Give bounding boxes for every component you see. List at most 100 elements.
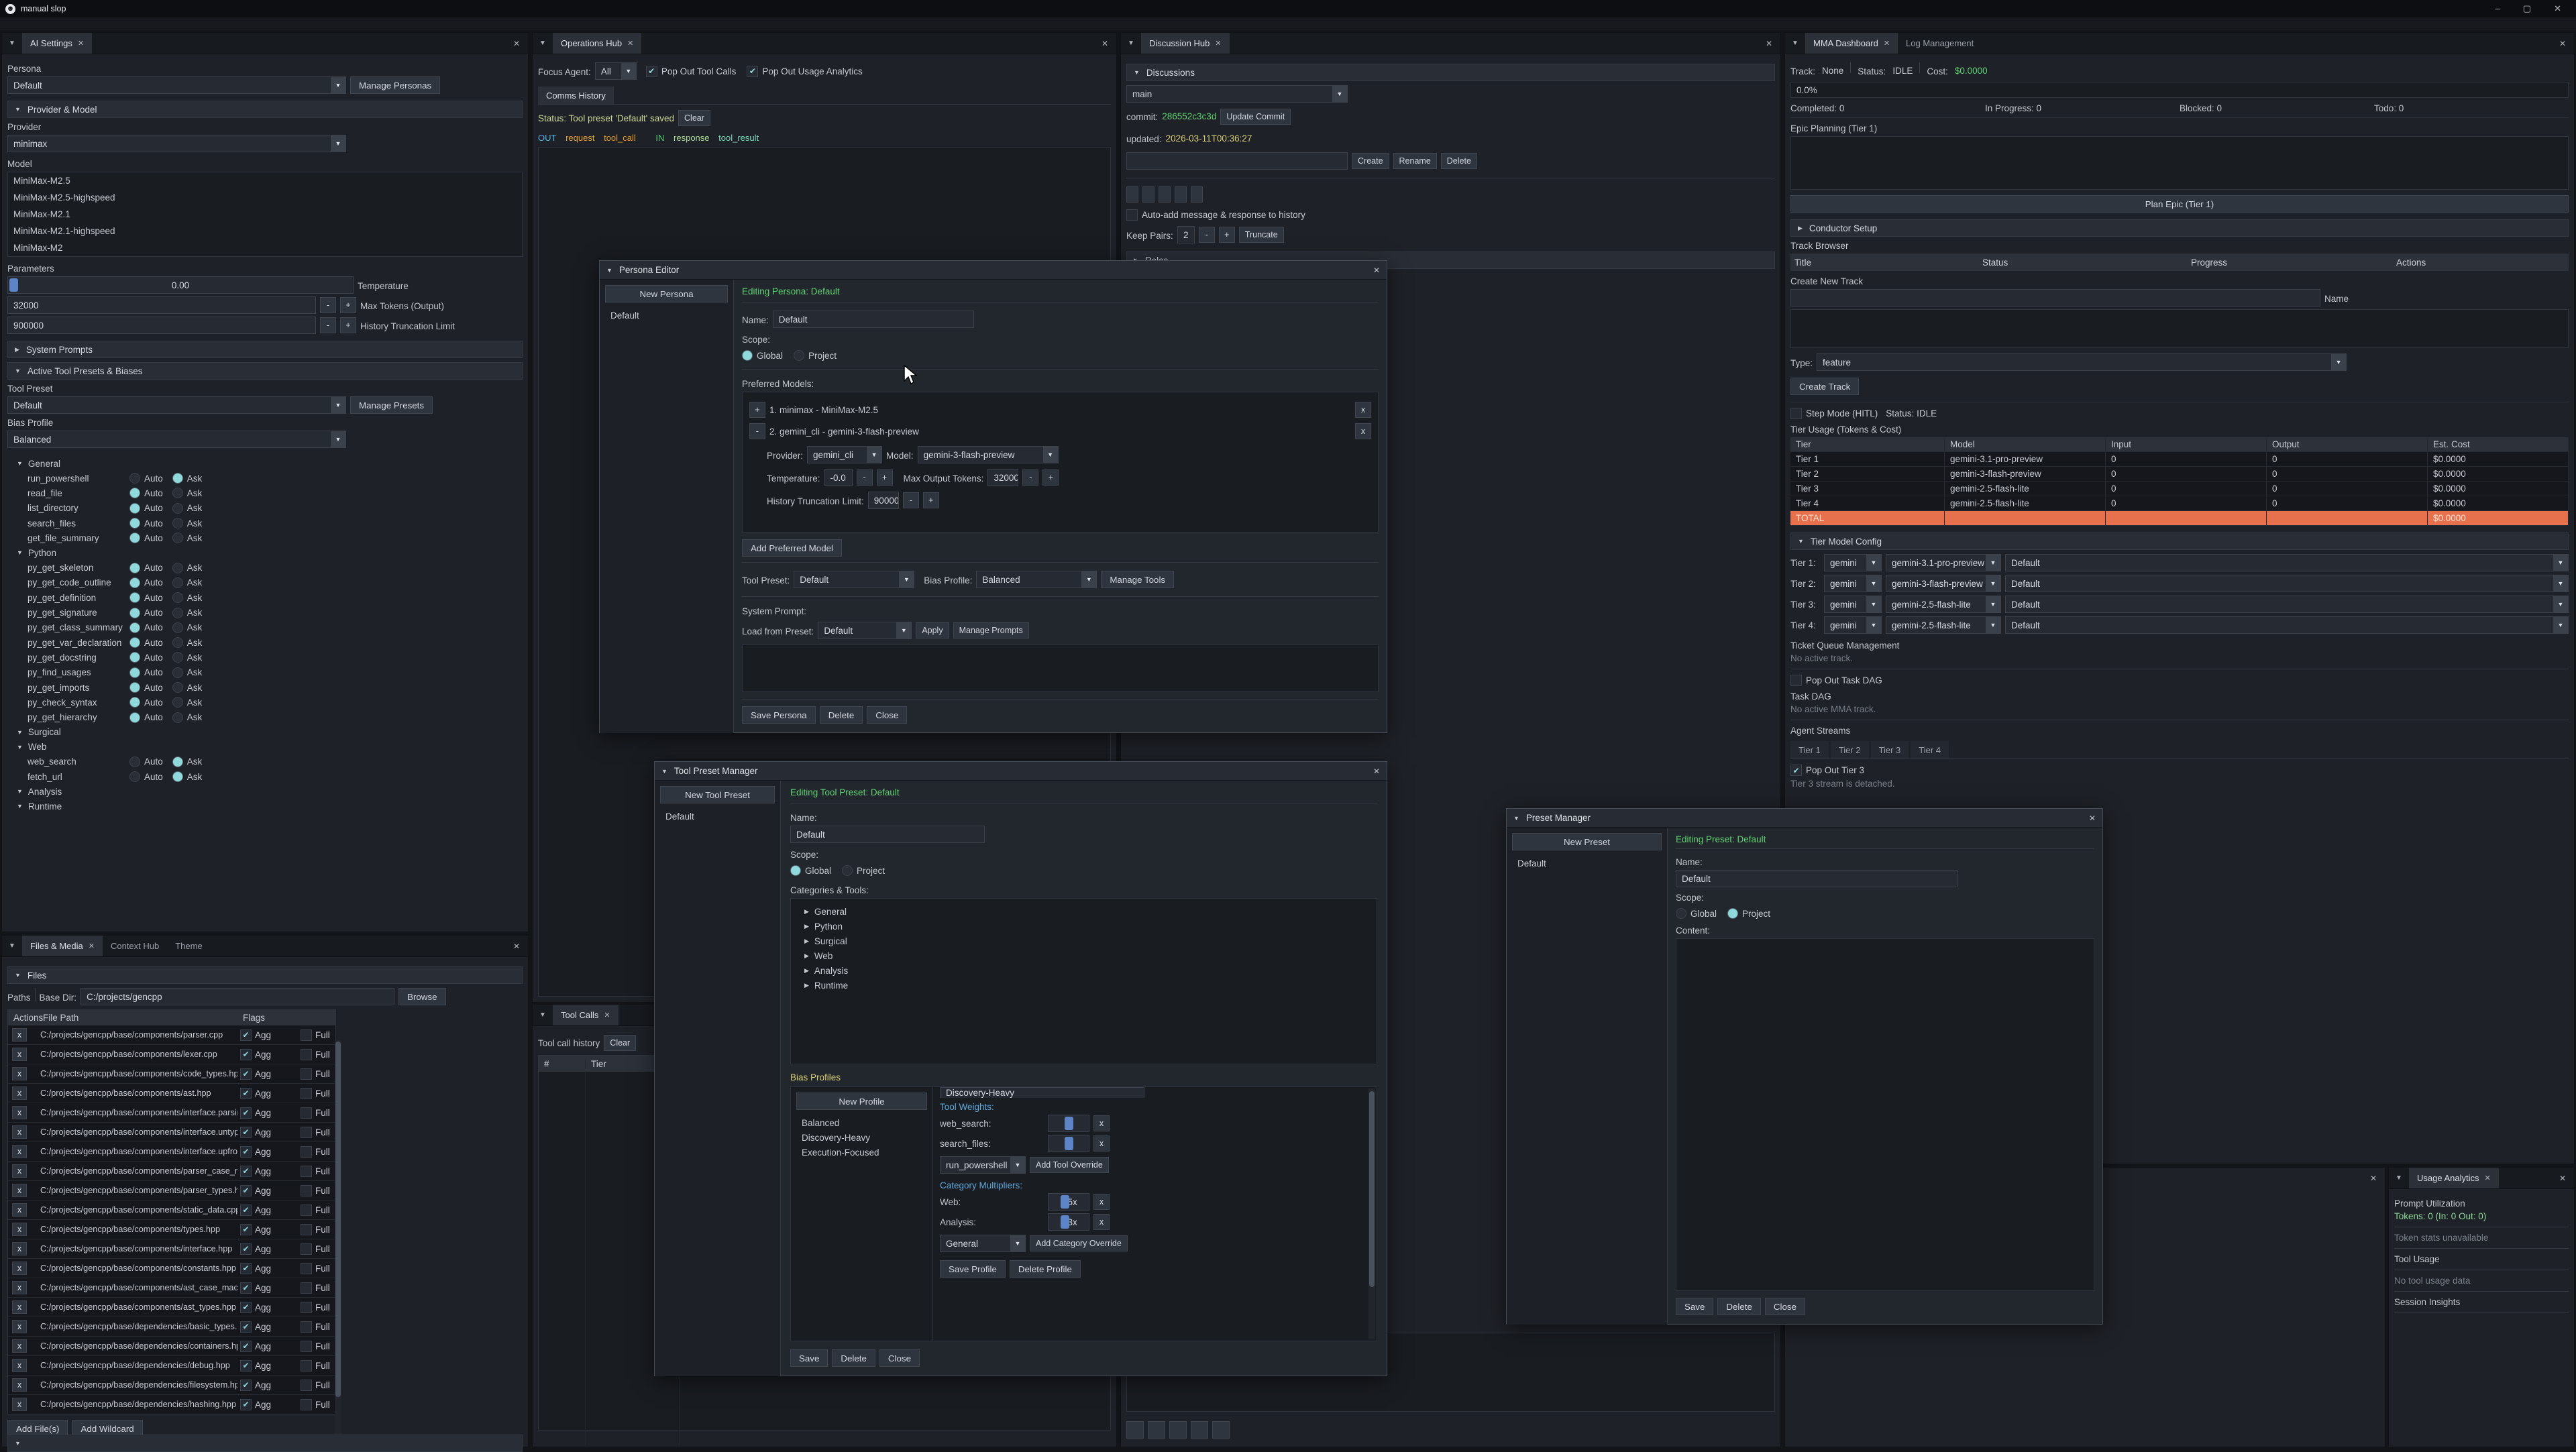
tool-weight-slider[interactable]: 4 [1048, 1115, 1089, 1132]
tier-model-select[interactable]: gemini-2.5-flash-lite▼ [1886, 596, 2001, 613]
full-checkbox[interactable]: ✔ [301, 1185, 312, 1196]
full-checkbox[interactable]: ✔ [301, 1088, 312, 1099]
rename-discussion-button[interactable]: Rename [1393, 153, 1437, 169]
remove-weight-button[interactable]: x [1093, 1135, 1110, 1152]
full-checkbox[interactable]: ✔ [301, 1302, 312, 1313]
full-checkbox[interactable]: ✔ [301, 1049, 312, 1060]
full-checkbox[interactable]: ✔ [301, 1224, 312, 1235]
tool-auto-radio[interactable] [129, 563, 140, 573]
discussions-section-header[interactable]: ▼ Discussions [1126, 64, 1775, 81]
tool-auto-radio[interactable] [129, 697, 140, 708]
pe-max-out-increment[interactable]: + [1042, 469, 1059, 486]
preset-manager-titlebar[interactable]: ▼ Preset Manager ✕ [1507, 809, 2102, 828]
tool-auto-radio[interactable] [129, 667, 140, 678]
pm-name-input[interactable] [1676, 870, 1957, 887]
full-checkbox[interactable]: ✔ [301, 1399, 312, 1410]
agg-checkbox[interactable]: ✔ [240, 1302, 252, 1313]
composer-action-button[interactable] [1212, 1421, 1230, 1439]
entry-action-button[interactable] [1175, 186, 1187, 203]
remove-file-button[interactable]: x [12, 1339, 27, 1353]
persona-editor-titlebar[interactable]: ▼ Persona Editor ✕ [600, 261, 1387, 280]
pe-hist-increment[interactable]: + [923, 492, 939, 508]
agg-checkbox[interactable]: ✔ [240, 1399, 252, 1410]
close-dialog-button[interactable]: Close [879, 1349, 920, 1367]
manage-personas-button[interactable]: Manage Personas [350, 76, 440, 94]
tier-provider-select[interactable]: gemini▼ [1824, 596, 1882, 613]
tab-close-icon[interactable]: ✕ [2485, 1174, 2491, 1182]
active-tool-presets-section-header[interactable]: ▼ Active Tool Presets & Biases [7, 362, 523, 380]
add-preferred-model-button[interactable]: Add Preferred Model [742, 539, 842, 557]
new-preset-button[interactable]: New Preset [1512, 833, 1662, 850]
tool-auto-radio[interactable] [129, 637, 140, 648]
composer-action-button[interactable] [1169, 1421, 1187, 1439]
slider-handle[interactable] [1065, 1117, 1073, 1130]
pe-hist-input[interactable]: 900000 [868, 492, 899, 509]
temperature-slider[interactable]: 0.00 [7, 276, 354, 294]
conductor-setup-section-header[interactable]: ▶ Conductor Setup [1790, 219, 2569, 237]
menu-item[interactable] [40, 18, 56, 31]
tab-usage-analytics[interactable]: Usage Analytics✕ [2409, 1168, 2499, 1188]
new-tool-preset-button[interactable]: New Tool Preset [660, 786, 775, 803]
tool-ask-radio[interactable] [172, 771, 183, 782]
full-checkbox[interactable]: ✔ [301, 1321, 312, 1333]
manage-presets-button[interactable]: Manage Presets [350, 396, 433, 414]
tool-auto-radio[interactable] [129, 771, 140, 782]
window-close-icon[interactable]: ✕ [2554, 3, 2561, 14]
agg-checkbox[interactable]: ✔ [240, 1107, 252, 1119]
remove-file-button[interactable]: x [12, 1378, 27, 1392]
keep-pairs-decrement-button[interactable]: - [1199, 227, 1215, 243]
system-prompt-textarea[interactable] [742, 645, 1379, 692]
slider-handle[interactable] [1061, 1215, 1069, 1229]
add-category-override-button[interactable]: Add Category Override [1030, 1235, 1128, 1251]
tool-override-select[interactable]: run_powershell▼ [940, 1156, 1026, 1174]
tool-ask-radio[interactable] [172, 697, 183, 708]
agg-checkbox[interactable]: ✔ [240, 1263, 252, 1274]
tpm-scope-project-radio[interactable] [842, 865, 853, 876]
tool-ask-radio[interactable] [172, 682, 183, 693]
tier-preset-select[interactable]: Default▼ [2005, 575, 2569, 592]
tool-auto-radio[interactable] [129, 518, 140, 528]
discussion-select[interactable]: main▼ [1126, 85, 1348, 103]
pe-hist-decrement[interactable]: - [903, 492, 919, 508]
clear-tool-calls-button[interactable]: Clear [604, 1035, 636, 1051]
tool-group-header[interactable]: ▼ General [7, 456, 523, 471]
pop-out-tier3-checkbox[interactable]: ✔ [1790, 765, 1802, 776]
tab-operations-hub[interactable]: Operations Hub✕ [553, 33, 641, 54]
save-tool-preset-button[interactable]: Save [790, 1349, 828, 1367]
agg-checkbox[interactable]: ✔ [240, 1380, 252, 1391]
agg-checkbox[interactable]: ✔ [240, 1341, 252, 1352]
tool-preset-list-item[interactable]: Default [660, 809, 775, 824]
tool-auto-radio[interactable] [129, 473, 140, 484]
panel-close-icon[interactable]: ✕ [505, 33, 528, 54]
tool-auto-radio[interactable] [129, 503, 140, 514]
remove-file-button[interactable]: x [12, 1320, 27, 1333]
pe-max-out-input[interactable]: 32000 [987, 469, 1018, 486]
tool-preset-manager-titlebar[interactable]: ▼ Tool Preset Manager ✕ [655, 762, 1387, 781]
panel-close-icon[interactable]: ✕ [505, 936, 528, 956]
composer-action-button[interactable] [1191, 1421, 1208, 1439]
category-item[interactable]: ▶Analysis [795, 963, 1373, 978]
pe-temp-input[interactable]: -0.0 [824, 469, 853, 486]
agg-checkbox[interactable]: ✔ [240, 1224, 252, 1235]
pe-temp-increment[interactable]: + [877, 469, 893, 486]
keep-pairs-value[interactable]: 2 [1177, 226, 1195, 243]
pop-out-task-dag-checkbox[interactable]: ✔ [1790, 675, 1802, 686]
tool-ask-radio[interactable] [172, 473, 183, 484]
full-checkbox[interactable]: ✔ [301, 1068, 312, 1080]
stream-tier-tab[interactable]: Tier 1 [1790, 741, 1829, 759]
track-description-textarea[interactable] [1790, 309, 2569, 348]
track-name-input[interactable] [1790, 289, 2320, 306]
pe-provider-select[interactable]: gemini_cli▼ [807, 446, 882, 463]
entry-action-button[interactable] [1159, 186, 1171, 203]
model-list-item[interactable]: MiniMax-M2.5-highspeed [8, 189, 522, 206]
pm-content-textarea[interactable] [1676, 938, 2094, 1291]
tier-preset-select[interactable]: Default▼ [2005, 554, 2569, 571]
tool-auto-radio[interactable] [129, 682, 140, 693]
remove-weight-button[interactable]: x [1093, 1115, 1110, 1131]
category-item[interactable]: ▶Python [795, 919, 1373, 934]
remove-multiplier-button[interactable]: x [1093, 1194, 1110, 1210]
dialog-close-icon[interactable]: ✕ [1373, 767, 1380, 776]
remove-file-button[interactable]: x [12, 1145, 27, 1158]
panel-close-icon[interactable]: ✕ [2551, 1168, 2574, 1188]
close-dialog-button[interactable]: Close [867, 706, 907, 724]
